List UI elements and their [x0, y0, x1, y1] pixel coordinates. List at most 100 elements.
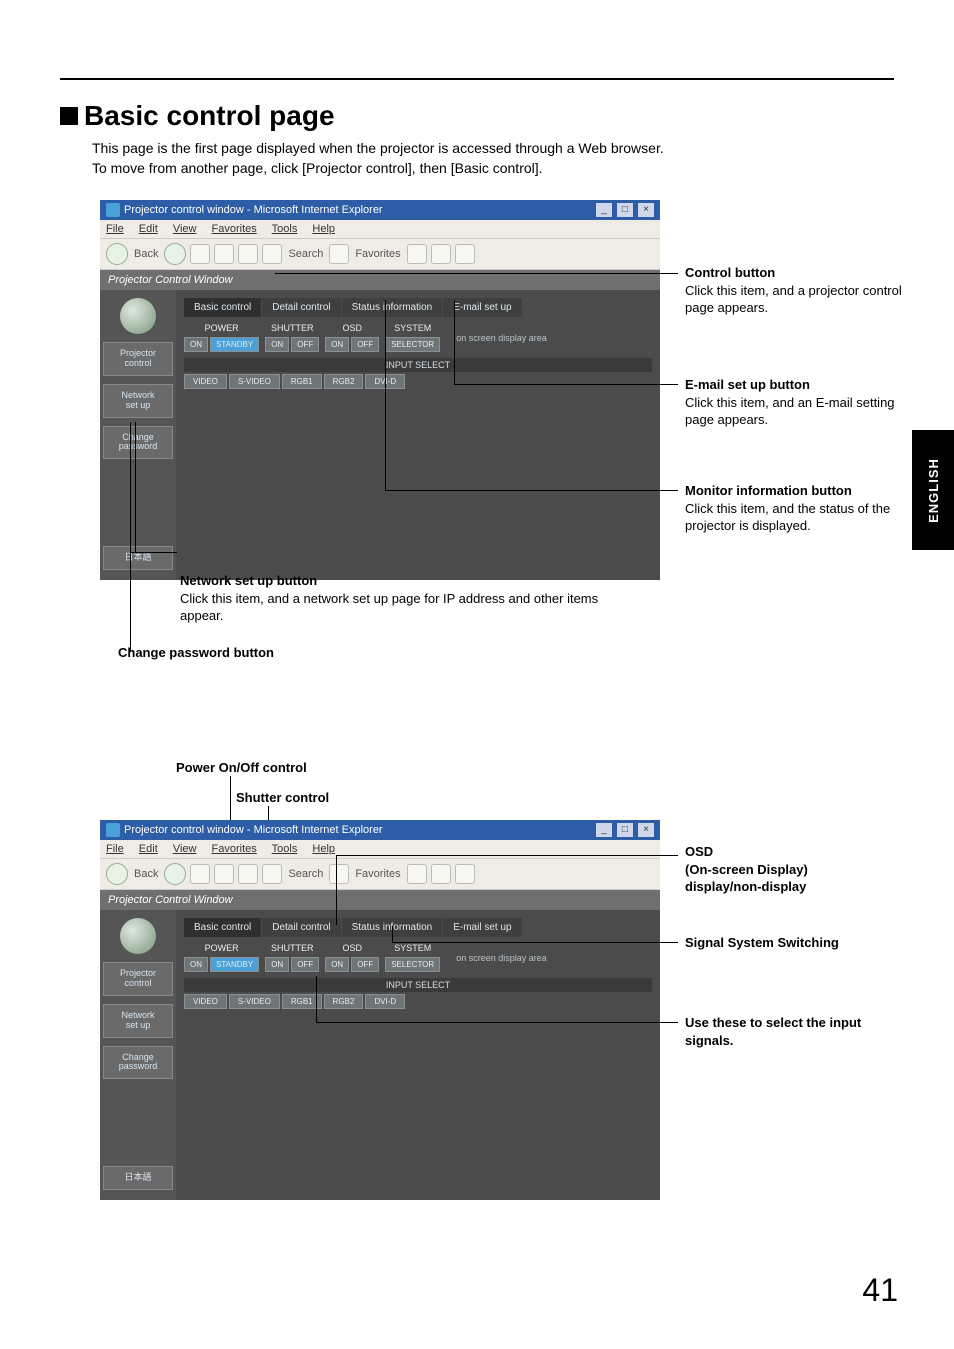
favorites-icon[interactable]: [329, 864, 349, 884]
tab-detail-control[interactable]: Detail control: [262, 918, 340, 937]
osd-off-button[interactable]: OFF: [351, 337, 379, 352]
home-icon[interactable]: [238, 244, 258, 264]
shutter-on-button[interactable]: ON: [265, 957, 289, 972]
power-control: POWER ONSTANDBY: [184, 323, 259, 352]
callout-email-button: E-mail set up button Click this item, an…: [685, 376, 910, 429]
tab-detail-control[interactable]: Detail control: [262, 298, 340, 317]
stop-icon[interactable]: [190, 864, 210, 884]
input-svideo-button[interactable]: S-VIDEO: [229, 994, 280, 1009]
sidebar-item-network-setup[interactable]: Network set up: [103, 1004, 173, 1038]
input-dvid-button[interactable]: DVI-D: [365, 994, 405, 1009]
back-label: Back: [134, 248, 158, 260]
menu-edit[interactable]: Edit: [139, 223, 158, 235]
browser-toolbar: Back Search Favorites: [100, 858, 660, 890]
browser-menubar: File Edit View Favorites Tools Help: [100, 220, 660, 238]
callout-control-button: Control button Click this item, and a pr…: [685, 264, 910, 317]
tab-basic-control[interactable]: Basic control: [184, 918, 261, 937]
sidebar-item-projector-control[interactable]: Projector control: [103, 962, 173, 996]
shutter-on-button[interactable]: ON: [265, 337, 289, 352]
power-on-button[interactable]: ON: [184, 957, 208, 972]
globe-icon: [120, 918, 156, 954]
system-control: SYSTEM SELECTOR: [385, 943, 440, 972]
tab-basic-control[interactable]: Basic control: [184, 298, 261, 317]
menu-favorites[interactable]: Favorites: [212, 223, 257, 235]
favorites-label: Favorites: [355, 868, 400, 880]
osd-on-button[interactable]: ON: [325, 957, 349, 972]
menu-view[interactable]: View: [173, 843, 197, 855]
sidebar-item-change-password[interactable]: Change password: [103, 1046, 173, 1080]
tab-email-setup[interactable]: E-mail set up: [443, 918, 521, 937]
osd-control: OSD ONOFF: [325, 323, 379, 352]
home-icon[interactable]: [238, 864, 258, 884]
shutter-off-button[interactable]: OFF: [291, 337, 319, 352]
history-icon[interactable]: [407, 244, 427, 264]
globe-icon: [120, 298, 156, 334]
forward-icon[interactable]: [164, 863, 186, 885]
osd-on-button[interactable]: ON: [325, 337, 349, 352]
minimize-icon[interactable]: _: [596, 203, 612, 217]
input-video-button[interactable]: VIDEO: [184, 374, 227, 389]
input-rgb1-button[interactable]: RGB1: [282, 374, 322, 389]
callout-input-select: Use these to select the input signals.: [685, 1014, 905, 1049]
back-icon[interactable]: [106, 863, 128, 885]
refresh-icon[interactable]: [214, 864, 234, 884]
tab-status-information[interactable]: Status information: [342, 298, 443, 317]
window-title-text: Projector control window - Microsoft Int…: [124, 824, 594, 836]
refresh-icon[interactable]: [214, 244, 234, 264]
back-label: Back: [134, 868, 158, 880]
back-icon[interactable]: [106, 243, 128, 265]
callout-change-password-button: Change password button: [118, 644, 274, 662]
stop-icon[interactable]: [190, 244, 210, 264]
input-rgb2-button[interactable]: RGB2: [324, 994, 364, 1009]
page-title: Basic control page: [60, 100, 335, 132]
search-icon[interactable]: [262, 864, 282, 884]
menu-help[interactable]: Help: [312, 223, 335, 235]
sidebar-item-projector-control[interactable]: Projector control: [103, 342, 173, 376]
sidebar-item-change-password[interactable]: Change password: [103, 426, 173, 460]
window-titlebar: Projector control window - Microsoft Int…: [100, 820, 660, 840]
print-icon[interactable]: [455, 864, 475, 884]
maximize-icon[interactable]: □: [617, 203, 633, 217]
sidebar: Projector control Network set up Change …: [100, 290, 176, 580]
menu-help[interactable]: Help: [312, 843, 335, 855]
favorites-icon[interactable]: [329, 244, 349, 264]
mail-icon[interactable]: [431, 864, 451, 884]
input-rgb2-button[interactable]: RGB2: [324, 374, 364, 389]
system-selector-button[interactable]: SELECTOR: [385, 337, 440, 352]
callout-signal-switching: Signal System Switching: [685, 934, 905, 952]
osd-off-button[interactable]: OFF: [351, 957, 379, 972]
menu-edit[interactable]: Edit: [139, 843, 158, 855]
forward-icon[interactable]: [164, 243, 186, 265]
power-on-button[interactable]: ON: [184, 337, 208, 352]
power-standby-button[interactable]: STANDBY: [210, 337, 259, 352]
sidebar-item-network-setup[interactable]: Network set up: [103, 384, 173, 418]
menu-view[interactable]: View: [173, 223, 197, 235]
callout-osd: OSD (On-screen Display) display/non-disp…: [685, 843, 905, 896]
power-standby-button[interactable]: STANDBY: [210, 957, 259, 972]
main-panel: Basic control Detail control Status info…: [176, 290, 660, 580]
close-icon[interactable]: ×: [638, 203, 654, 217]
sidebar-item-japanese[interactable]: 日本語: [103, 546, 173, 570]
maximize-icon[interactable]: □: [617, 823, 633, 837]
window-titlebar: Projector control window - Microsoft Int…: [100, 200, 660, 220]
window-title-text: Projector control window - Microsoft Int…: [124, 204, 594, 216]
close-icon[interactable]: ×: [638, 823, 654, 837]
menu-tools[interactable]: Tools: [272, 843, 298, 855]
menu-favorites[interactable]: Favorites: [212, 843, 257, 855]
print-icon[interactable]: [455, 244, 475, 264]
search-icon[interactable]: [262, 244, 282, 264]
on-screen-display-area: on screen display area: [456, 333, 547, 343]
input-svideo-button[interactable]: S-VIDEO: [229, 374, 280, 389]
language-tab-english: ENGLISH: [912, 430, 954, 550]
minimize-icon[interactable]: _: [596, 823, 612, 837]
menu-tools[interactable]: Tools: [272, 223, 298, 235]
sidebar-item-japanese[interactable]: 日本語: [103, 1166, 173, 1190]
screenshot-basic-control: Projector control window - Microsoft Int…: [100, 200, 660, 560]
history-icon[interactable]: [407, 864, 427, 884]
shutter-off-button[interactable]: OFF: [291, 957, 319, 972]
menu-file[interactable]: File: [106, 843, 124, 855]
menu-file[interactable]: File: [106, 223, 124, 235]
system-selector-button[interactable]: SELECTOR: [385, 957, 440, 972]
input-video-button[interactable]: VIDEO: [184, 994, 227, 1009]
mail-icon[interactable]: [431, 244, 451, 264]
